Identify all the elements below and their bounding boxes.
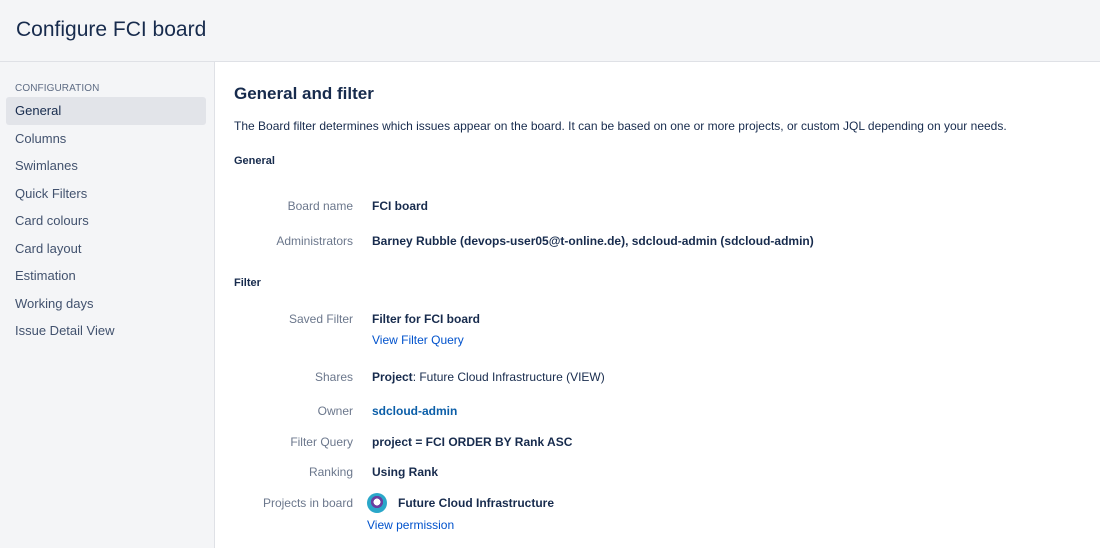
sidebar-item-estimation[interactable]: Estimation: [6, 262, 206, 290]
section-title: General and filter: [234, 84, 374, 103]
sidebar-menu: General Columns Swimlanes Quick Filters …: [6, 97, 206, 345]
saved-filter-value: Filter for FCI board: [372, 312, 480, 326]
project-name: Future Cloud Infrastructure: [398, 496, 555, 510]
owner-link[interactable]: sdcloud-admin: [372, 404, 457, 418]
administrators-value: Barney Rubble (devops-user05@t-online.de…: [372, 234, 814, 248]
board-name-label: Board name: [287, 199, 353, 213]
view-filter-query-link[interactable]: View Filter Query: [372, 333, 464, 347]
ranking-label: Ranking: [308, 465, 353, 479]
sidebar-item-general[interactable]: General: [6, 97, 206, 125]
sidebar-section-label: CONFIGURATION: [15, 83, 100, 94]
owner-label: Owner: [317, 404, 353, 418]
section-description: The Board filter determines which issues…: [234, 119, 1007, 133]
sidebar-item-swimlanes[interactable]: Swimlanes: [6, 152, 206, 180]
filter-query-value: project = FCI ORDER BY Rank ASC: [372, 435, 573, 449]
sidebar-item-card-layout[interactable]: Card layout: [6, 235, 206, 263]
general-heading: General: [234, 155, 275, 167]
sidebar-item-quick-filters[interactable]: Quick Filters: [6, 180, 206, 208]
sidebar-item-card-colours[interactable]: Card colours: [6, 207, 206, 235]
administrators-label: Administrators: [276, 234, 353, 248]
projects-label: Projects in board: [262, 496, 353, 510]
filter-heading: Filter: [234, 277, 261, 289]
shares-detail: : Future Cloud Infrastructure (VIEW): [412, 370, 605, 384]
project-avatar-icon: [367, 493, 387, 513]
page-title: Configure FCI board: [16, 18, 207, 41]
sidebar-item-working-days[interactable]: Working days: [6, 290, 206, 318]
sidebar: CONFIGURATION General Columns Swimlanes …: [0, 62, 215, 548]
shares-label: Shares: [314, 370, 353, 384]
view-permission-link[interactable]: View permission: [367, 518, 454, 532]
filter-query-label: Filter Query: [290, 435, 353, 449]
shares-type: Project: [372, 370, 413, 384]
board-name-value: FCI board: [372, 199, 428, 213]
sidebar-item-issue-detail-view[interactable]: Issue Detail View: [6, 317, 206, 345]
page-header: Configure FCI board: [0, 0, 1100, 62]
shares-value: Project: Future Cloud Infrastructure (VI…: [372, 370, 605, 384]
saved-filter-label: Saved Filter: [288, 312, 353, 326]
ranking-value: Using Rank: [372, 465, 439, 479]
sidebar-item-columns[interactable]: Columns: [6, 125, 206, 153]
